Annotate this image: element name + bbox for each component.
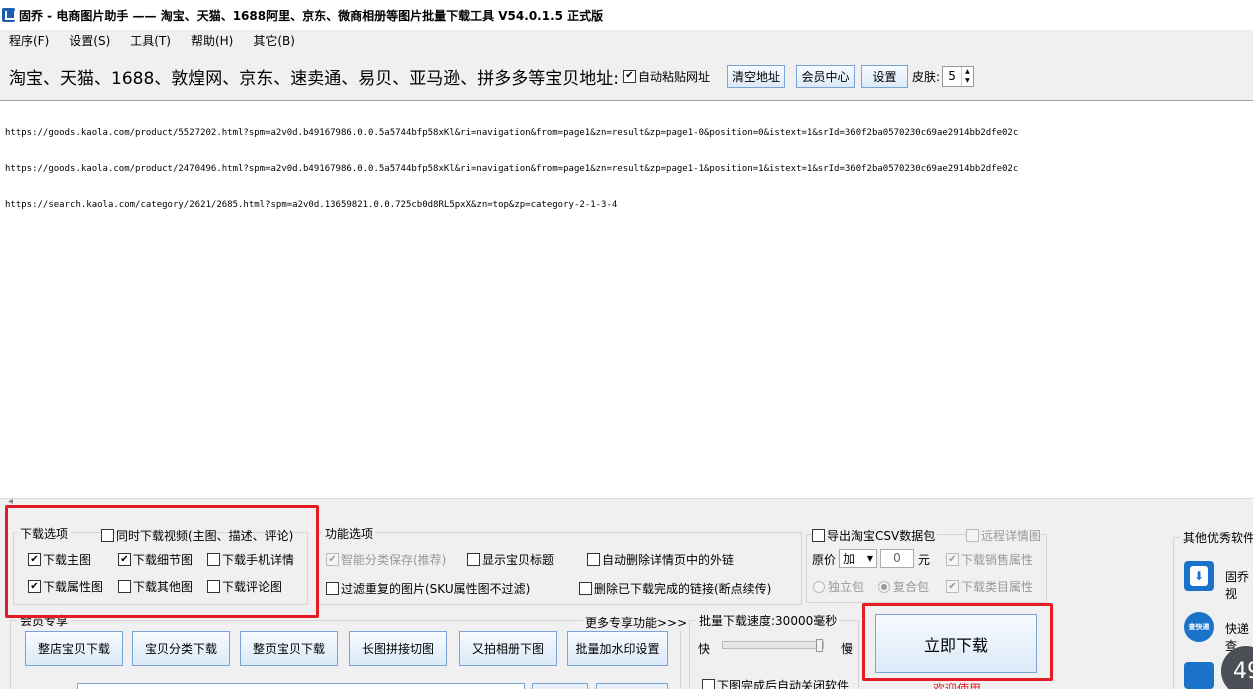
menu-tools[interactable]: 工具(T) — [120, 32, 181, 49]
radio-circle[interactable] — [813, 580, 825, 593]
menu-help[interactable]: 帮助(H) — [181, 32, 243, 49]
menu-bar: 程序(F) 设置(S) 工具(T) 帮助(H) 其它(B) — [0, 30, 1253, 51]
combined-label: 复合包 — [893, 580, 930, 594]
category-attr-label: 下载类目属性 — [961, 580, 1034, 594]
spin-down-icon[interactable]: ▼ — [962, 76, 973, 85]
other-software-item[interactable]: 固乔视 — [1225, 568, 1253, 602]
express-app-icon[interactable]: 查快递 — [1184, 612, 1214, 642]
checkbox-box[interactable] — [966, 529, 979, 542]
skin-spinner[interactable]: 5 ▲ ▼ — [942, 65, 974, 87]
address-label: 淘宝、天猫、1688、敦煌网、京东、速卖通、易贝、亚马逊、拼多多等宝贝地址: — [9, 68, 619, 89]
remote-detail-label: 远程详情图 — [981, 529, 1042, 543]
radio-circle[interactable] — [878, 580, 890, 593]
independent-radio[interactable]: 独立包 — [813, 578, 864, 595]
checkbox-box[interactable] — [812, 529, 825, 542]
menu-settings[interactable]: 设置(S) — [59, 32, 120, 49]
url-input-area[interactable]: https://goods.kaola.com/product/5527202.… — [0, 100, 1253, 498]
fast-label: 快 — [698, 642, 711, 656]
welcome-text: 欢迎使用 — [933, 682, 982, 689]
highlight-download-now — [862, 603, 1053, 681]
long-image-button[interactable]: 长图拼接切图 — [349, 631, 447, 666]
badge-value: 49 — [1233, 658, 1253, 684]
speed-label: 批量下载速度:30000毫秒 — [696, 612, 841, 629]
checkbox-box[interactable]: ✔ — [326, 553, 339, 566]
chevron-down-icon: ▼ — [866, 554, 873, 563]
bottom-button-a[interactable] — [532, 683, 588, 689]
page-download-button[interactable]: 整页宝贝下载 — [240, 631, 338, 666]
youpai-album-button[interactable]: 又拍相册下图 — [459, 631, 557, 666]
other-software-title: 其他优秀软件 — [1180, 529, 1253, 546]
auto-close-checkbox[interactable]: 下图完成后自动关闭软件 — [702, 677, 849, 689]
category-download-button[interactable]: 宝贝分类下载 — [132, 631, 230, 666]
watermark-button[interactable]: 批量加水印设置 — [567, 631, 668, 666]
settings-button[interactable]: 设置 — [861, 64, 909, 88]
price-op-value: 加 — [843, 552, 856, 566]
checkbox-box[interactable]: ✔ — [623, 69, 636, 83]
slow-label: 慢 — [841, 642, 854, 656]
spinner-arrows[interactable]: ▲ ▼ — [961, 66, 973, 86]
checkbox-box[interactable] — [326, 582, 339, 595]
title-bar: 固乔 - 电商图片助手 —— 淘宝、天猫、1688阿里、京东、微商相册等图片批量… — [0, 0, 1253, 30]
smart-save-label: 智能分类保存(推荐) — [341, 553, 447, 567]
sales-attr-checkbox[interactable]: ✔ 下载销售属性 — [946, 551, 1033, 568]
window-title: 固乔 - 电商图片助手 —— 淘宝、天猫、1688阿里、京东、微商相册等图片批量… — [19, 8, 604, 23]
smart-save-checkbox[interactable]: ✔ 智能分类保存(推荐) — [326, 551, 446, 568]
speed-slider-thumb[interactable] — [816, 639, 823, 652]
bottom-input[interactable] — [77, 683, 525, 689]
remote-detail-checkbox[interactable]: 远程详情图 — [966, 527, 1042, 544]
auto-delete-links-checkbox[interactable]: 自动删除详情页中的外链 — [587, 551, 734, 568]
auto-close-label: 下图完成后自动关闭软件 — [717, 679, 850, 689]
checkbox-box[interactable] — [702, 679, 715, 689]
export-csv-checkbox[interactable]: 导出淘宝CSV数据包 — [812, 527, 938, 544]
skin-value[interactable]: 5 — [943, 69, 961, 83]
filter-dup-label: 过滤重复的图片(SKU属性图不过滤) — [341, 582, 531, 596]
category-attr-checkbox[interactable]: ✔ 下载类目属性 — [946, 578, 1033, 595]
more-features-link[interactable]: 更多专享功能>>> — [583, 614, 690, 631]
member-center-button[interactable]: 会员中心 — [796, 64, 856, 88]
speed-slider-track[interactable] — [722, 639, 824, 652]
function-options-title: 功能选项 — [322, 525, 377, 542]
clear-address-button[interactable]: 清空地址 — [727, 64, 786, 88]
checkbox-box[interactable]: ✔ — [946, 553, 959, 566]
delete-done-links-label: 删除已下载完成的链接(断点续传) — [594, 582, 772, 596]
filter-dup-checkbox[interactable]: 过滤重复的图片(SKU属性图不过滤) — [326, 580, 530, 597]
checkbox-box[interactable] — [587, 553, 600, 566]
price-input[interactable]: 0 — [880, 549, 914, 568]
checkbox-box[interactable] — [579, 582, 592, 595]
url-line: https://search.kaola.com/category/2621/2… — [5, 200, 618, 210]
menu-program[interactable]: 程序(F) — [0, 32, 59, 49]
bottom-button-b[interactable] — [596, 683, 668, 689]
combined-radio[interactable]: 复合包 — [878, 578, 929, 595]
auto-paste-label: 自动粘贴网址 — [638, 69, 711, 84]
address-toolbar: 淘宝、天猫、1688、敦煌网、京东、速卖通、易贝、亚马逊、拼多多等宝贝地址: ✔… — [0, 55, 1253, 97]
delete-done-links-checkbox[interactable]: 删除已下载完成的链接(断点续传) — [579, 580, 771, 597]
show-title-label: 显示宝贝标题 — [482, 553, 555, 567]
user-app-icon[interactable] — [1184, 662, 1214, 689]
show-title-checkbox[interactable]: 显示宝贝标题 — [467, 551, 554, 568]
highlight-download-options — [5, 505, 319, 618]
export-csv-label: 导出淘宝CSV数据包 — [827, 529, 936, 543]
auto-delete-links-label: 自动删除详情页中的外链 — [602, 553, 735, 567]
url-line: https://goods.kaola.com/product/2470496.… — [5, 164, 1019, 174]
price-op-select[interactable]: 加 ▼ — [839, 549, 877, 568]
price-label: 原价 — [812, 553, 837, 567]
price-unit: 元 — [918, 553, 931, 567]
url-line: https://goods.kaola.com/product/5527202.… — [5, 128, 1019, 138]
download-app-icon[interactable]: ⬇ — [1184, 561, 1214, 591]
sales-attr-label: 下载销售属性 — [961, 553, 1034, 567]
checkbox-box[interactable]: ✔ — [946, 580, 959, 593]
menu-other[interactable]: 其它(B) — [243, 32, 305, 49]
independent-label: 独立包 — [828, 580, 865, 594]
shop-download-button[interactable]: 整店宝贝下载 — [25, 631, 123, 666]
app-icon — [2, 8, 16, 22]
checkbox-box[interactable] — [467, 553, 480, 566]
skin-label: 皮肤: — [912, 69, 941, 84]
spin-up-icon[interactable]: ▲ — [962, 67, 973, 76]
auto-paste-checkbox[interactable]: ✔ 自动粘贴网址 — [623, 68, 710, 85]
